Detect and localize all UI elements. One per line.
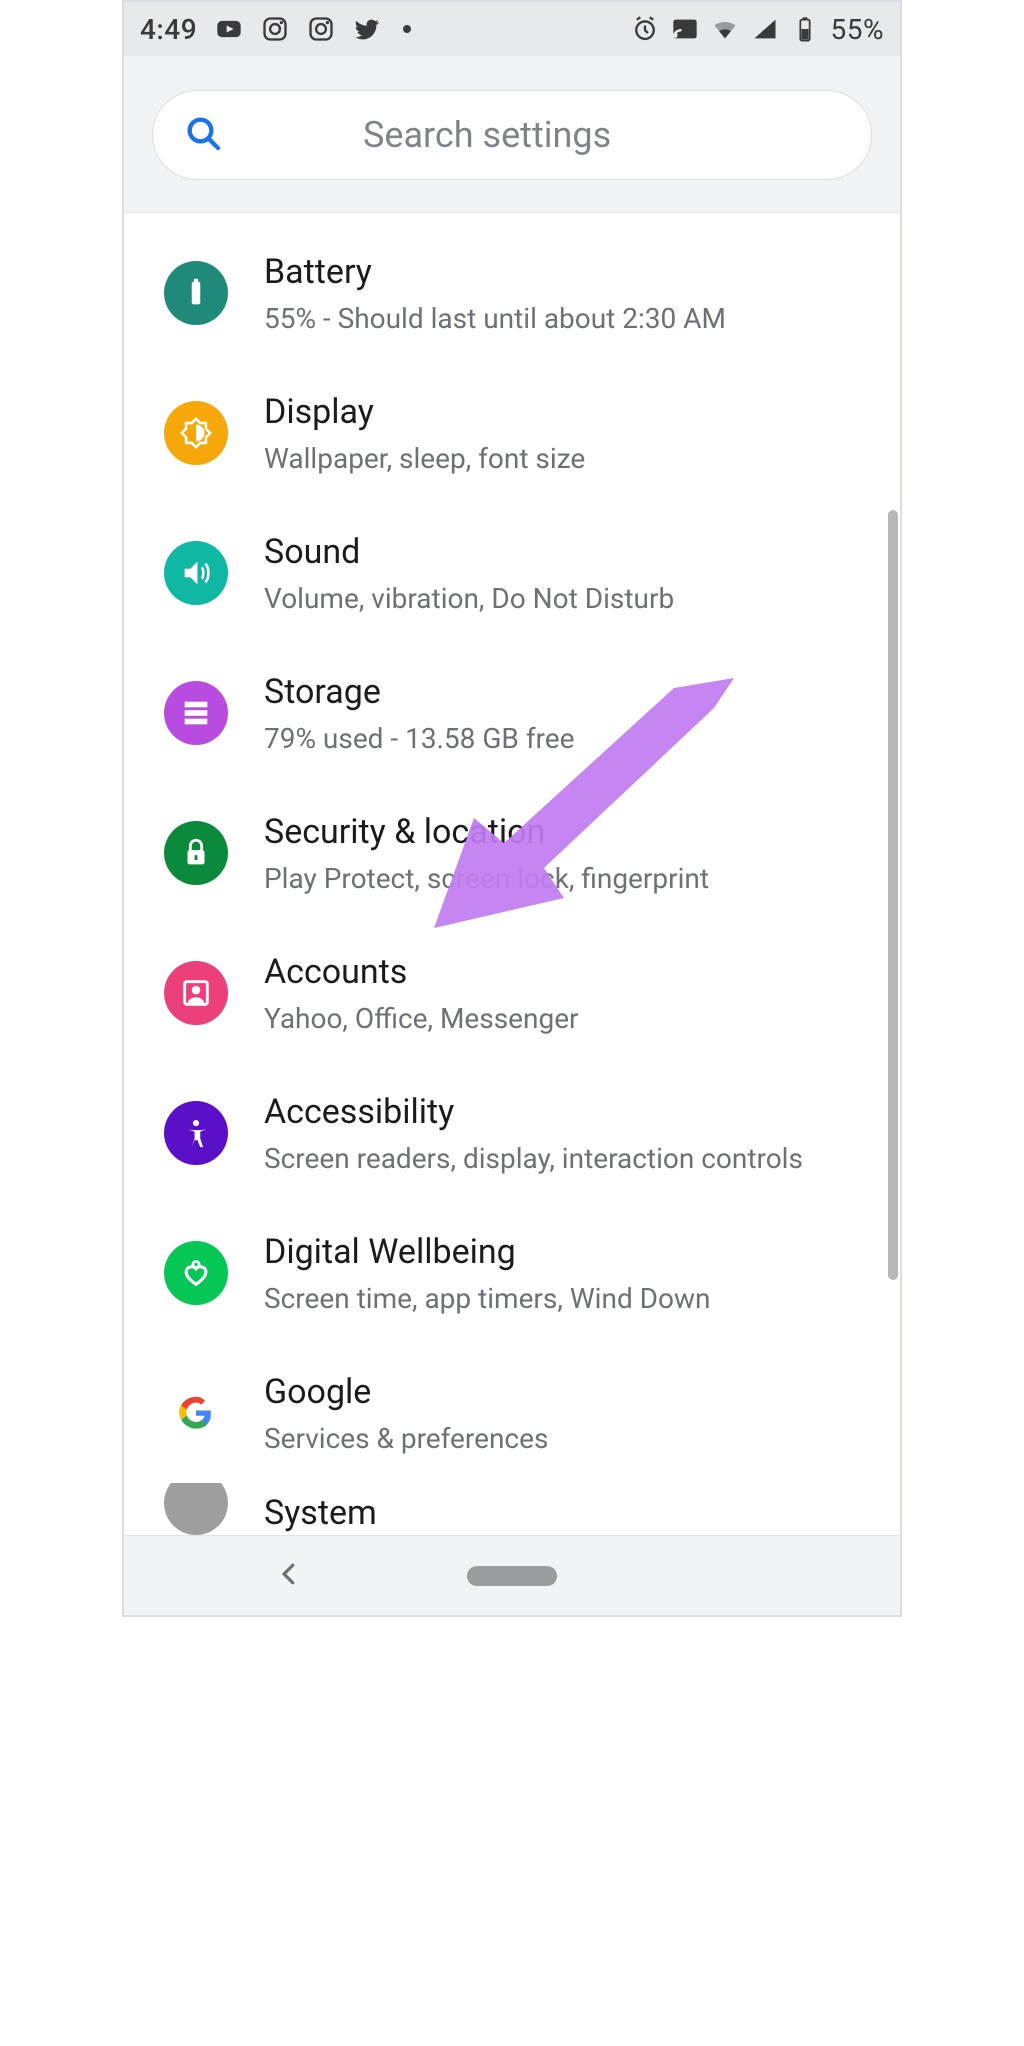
row-subtitle: 55% - Should last until about 2:30 AM <box>264 302 726 335</box>
scroll-indicator <box>888 510 898 1280</box>
row-title: Security & location <box>264 812 709 852</box>
storage-icon <box>164 681 228 745</box>
youtube-icon <box>215 15 243 43</box>
settings-row-wellbeing[interactable]: Digital Wellbeing Screen time, app timer… <box>124 1203 900 1343</box>
row-title: Battery <box>264 252 726 292</box>
status-bar: 4:49 <box>124 2 900 56</box>
settings-row-sound[interactable]: Sound Volume, vibration, Do Not Disturb <box>124 503 900 643</box>
alarm-icon <box>631 15 659 43</box>
row-title: Google <box>264 1372 548 1412</box>
row-title: Display <box>264 392 585 432</box>
navigation-bar <box>124 1535 900 1615</box>
settings-row-battery[interactable]: Battery 55% - Should last until about 2:… <box>124 223 900 363</box>
row-subtitle: Services & preferences <box>264 1422 548 1455</box>
row-subtitle: Screen time, app timers, Wind Down <box>264 1282 711 1315</box>
row-subtitle: Screen readers, display, interaction con… <box>264 1142 803 1175</box>
row-title: Sound <box>264 532 674 572</box>
info-icon <box>164 1483 228 1535</box>
signal-icon <box>751 15 779 43</box>
home-pill[interactable] <box>467 1566 557 1586</box>
status-time: 4:49 <box>140 13 197 46</box>
row-title: Storage <box>264 672 574 712</box>
settings-row-security[interactable]: Security & location Play Protect, screen… <box>124 783 900 923</box>
row-title: Accounts <box>264 952 579 992</box>
settings-row-google[interactable]: Google Services & preferences <box>124 1343 900 1483</box>
row-subtitle: Play Protect, screen lock, fingerprint <box>264 862 709 895</box>
accessibility-icon <box>164 1101 228 1165</box>
volume-icon <box>164 541 228 605</box>
row-title: Digital Wellbeing <box>264 1232 711 1272</box>
row-title: Accessibility <box>264 1092 803 1132</box>
row-title: System <box>264 1493 377 1533</box>
settings-row-accessibility[interactable]: Accessibility Screen readers, display, i… <box>124 1063 900 1203</box>
row-subtitle: Volume, vibration, Do Not Disturb <box>264 582 674 615</box>
instagram-icon <box>307 15 335 43</box>
settings-header: Search settings <box>124 56 900 213</box>
status-battery-pct: 55% <box>831 13 884 46</box>
wifi-icon <box>711 15 739 43</box>
battery-icon <box>791 15 819 43</box>
lock-icon <box>164 821 228 885</box>
battery-icon <box>164 261 228 325</box>
settings-row-system[interactable]: System <box>124 1483 900 1535</box>
row-subtitle: Yahoo, Office, Messenger <box>264 1002 579 1035</box>
heart-icon <box>164 1241 228 1305</box>
account-icon <box>164 961 228 1025</box>
twitter-icon <box>353 15 381 43</box>
search-placeholder: Search settings <box>363 114 841 156</box>
brightness-icon <box>164 401 228 465</box>
settings-list: Battery 55% - Should last until about 2:… <box>124 213 900 1535</box>
google-icon <box>164 1381 228 1445</box>
settings-row-storage[interactable]: Storage 79% used - 13.58 GB free <box>124 643 900 783</box>
instagram-icon <box>261 15 289 43</box>
cast-icon <box>671 15 699 43</box>
search-settings-input[interactable]: Search settings <box>152 90 872 180</box>
settings-row-display[interactable]: Display Wallpaper, sleep, font size <box>124 363 900 503</box>
row-subtitle: Wallpaper, sleep, font size <box>264 442 585 475</box>
search-icon <box>183 113 223 157</box>
settings-row-accounts[interactable]: Accounts Yahoo, Office, Messenger <box>124 923 900 1063</box>
more-notifications-icon <box>403 25 411 33</box>
back-button[interactable] <box>274 1559 304 1593</box>
row-subtitle: 79% used - 13.58 GB free <box>264 722 574 755</box>
